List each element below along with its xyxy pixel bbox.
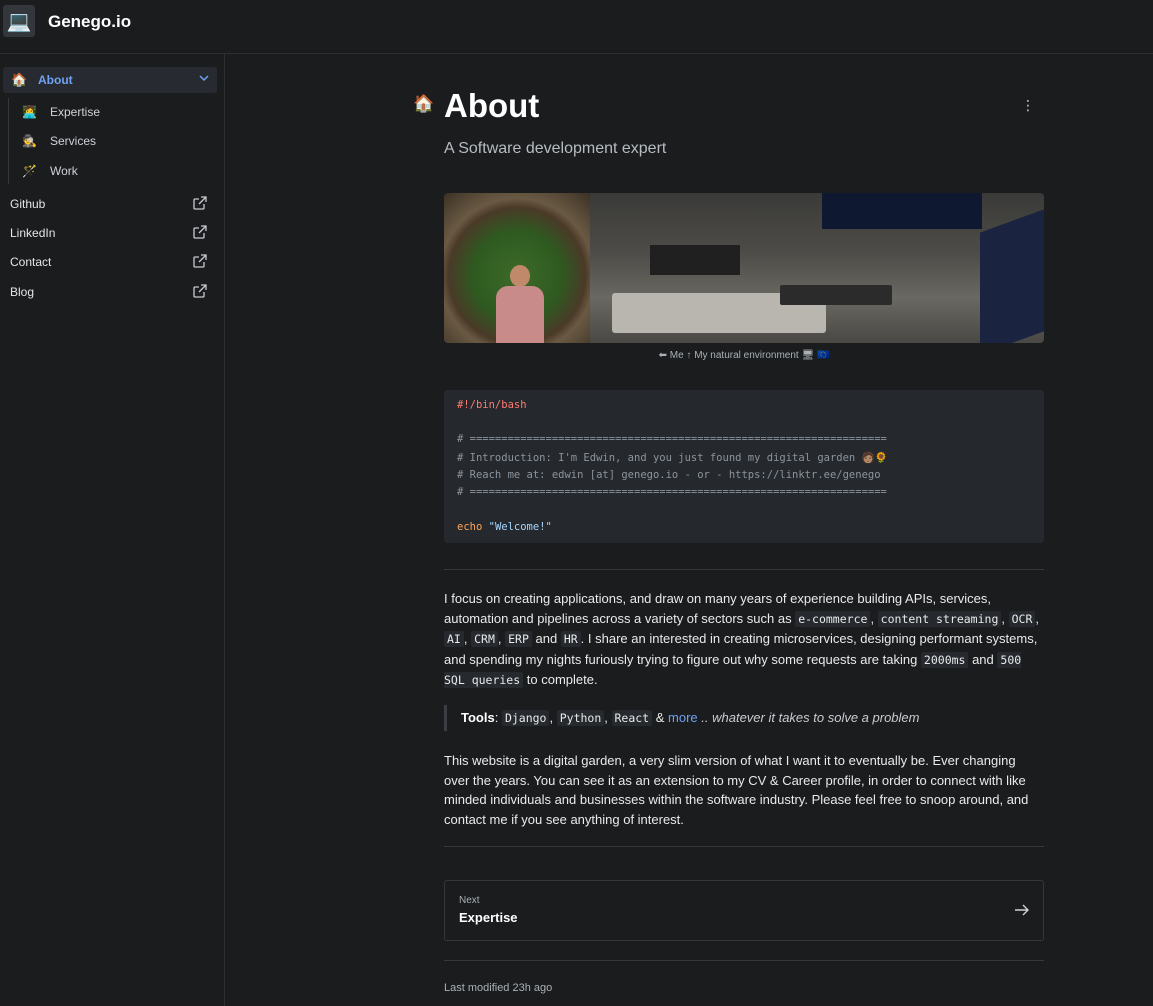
tool-item: Django — [501, 710, 550, 726]
mixer-shape — [650, 245, 740, 275]
next-page-card[interactable]: Next Expertise — [444, 880, 1044, 941]
divider — [444, 960, 1044, 961]
laptop-icon[interactable]: 💻 — [3, 5, 35, 37]
tools-label: Tools — [461, 710, 495, 725]
code-keyword: echo — [457, 521, 483, 533]
arrow-right-icon — [1015, 904, 1029, 916]
sidebar-item-label: Expertise — [50, 105, 101, 119]
sidebar-item-label: About — [38, 73, 73, 87]
code-rule: # ======================================… — [457, 486, 887, 498]
external-link-icon — [193, 284, 207, 298]
tool-item: React — [611, 710, 653, 726]
site-brand[interactable]: Genego.io — [48, 12, 131, 32]
sidebar-item-label: Work — [50, 164, 78, 178]
external-link-icon — [193, 196, 207, 210]
more-link[interactable]: more — [668, 710, 698, 725]
divider — [444, 846, 1044, 847]
page-subtitle: A Software development expert — [444, 140, 667, 157]
sidebar-item-work[interactable]: 🪄 Work — [22, 161, 78, 181]
house-icon: 🏠 — [413, 94, 435, 113]
more-options-icon[interactable]: ⋮ — [1019, 96, 1037, 114]
workspace-image — [590, 193, 1044, 343]
main-content: 🏠 About ⋮ A Software development expert … — [225, 54, 1153, 1006]
technologist-icon: 👩‍💻 — [22, 105, 37, 119]
sidebar-item-expertise[interactable]: 👩‍💻 Expertise — [22, 102, 100, 122]
top-bar: 💻 Genego.io — [0, 0, 1153, 54]
sidebar-item-label: LinkedIn — [10, 226, 56, 240]
sidebar-item-blog[interactable]: Blog — [10, 282, 208, 302]
hero-image — [444, 193, 1044, 343]
external-link-icon — [193, 254, 207, 268]
external-link-icon — [193, 225, 207, 239]
sidebar-item-github[interactable]: Github — [10, 194, 208, 214]
house-icon: 🏠 — [11, 72, 28, 87]
monitor-shape — [822, 193, 982, 229]
sidebar-item-linkedin[interactable]: LinkedIn — [10, 223, 208, 243]
code-intro: # Introduction: I'm Edwin, and you just … — [457, 452, 888, 464]
divider — [444, 569, 1044, 570]
subtree-line — [8, 98, 9, 184]
chevron-down-icon[interactable] — [197, 71, 211, 85]
code-rule: # ======================================… — [457, 433, 887, 445]
synth-shape — [780, 285, 892, 305]
sidebar-item-about[interactable]: 🏠 About — [3, 67, 217, 93]
next-title: Expertise — [459, 910, 518, 925]
sidebar-item-label: Services — [50, 134, 97, 148]
sidebar-item-label: Blog — [10, 285, 35, 299]
detective-icon: 🕵️ — [22, 134, 37, 148]
intro-paragraph: I focus on creating applications, and dr… — [444, 591, 1040, 688]
person-body — [496, 286, 544, 343]
sidebar-item-services[interactable]: 🕵️ Services — [22, 131, 96, 151]
tools-quote: Tools: Django, Python, React & more .. w… — [444, 705, 1044, 731]
sidebar-item-contact[interactable]: Contact — [10, 252, 208, 272]
code-block: #!/bin/bash # ==========================… — [444, 390, 1044, 543]
code-shebang: #!/bin/bash — [457, 399, 527, 411]
code-reach: # Reach me at: edwin [at] genego.io - or… — [457, 469, 881, 481]
sidebar: 🏠 About 👩‍💻 Expertise 🕵️ Services 🪄 Work… — [0, 54, 225, 1006]
sidebar-item-label: Contact — [10, 255, 52, 269]
wand-icon: 🪄 — [22, 164, 37, 178]
portrait-image — [444, 193, 590, 343]
person-head — [510, 265, 530, 287]
sidebar-item-label: Github — [10, 197, 46, 211]
laptop-shape — [980, 209, 1044, 343]
last-modified: Last modified 23h ago — [444, 982, 553, 994]
tools-tail: .. whatever it takes to solve a problem — [697, 710, 920, 725]
page-title: About — [444, 87, 540, 124]
garden-paragraph: This website is a digital garden, a very… — [444, 753, 1029, 827]
image-caption: ⬅ Me ↑ My natural environment 🖥 🇪🇺 — [658, 350, 830, 361]
code-string: "Welcome!" — [488, 521, 552, 533]
tool-item: Python — [556, 710, 605, 726]
code-echo: echo "Welcome!" — [457, 521, 552, 533]
next-label: Next — [459, 895, 480, 906]
